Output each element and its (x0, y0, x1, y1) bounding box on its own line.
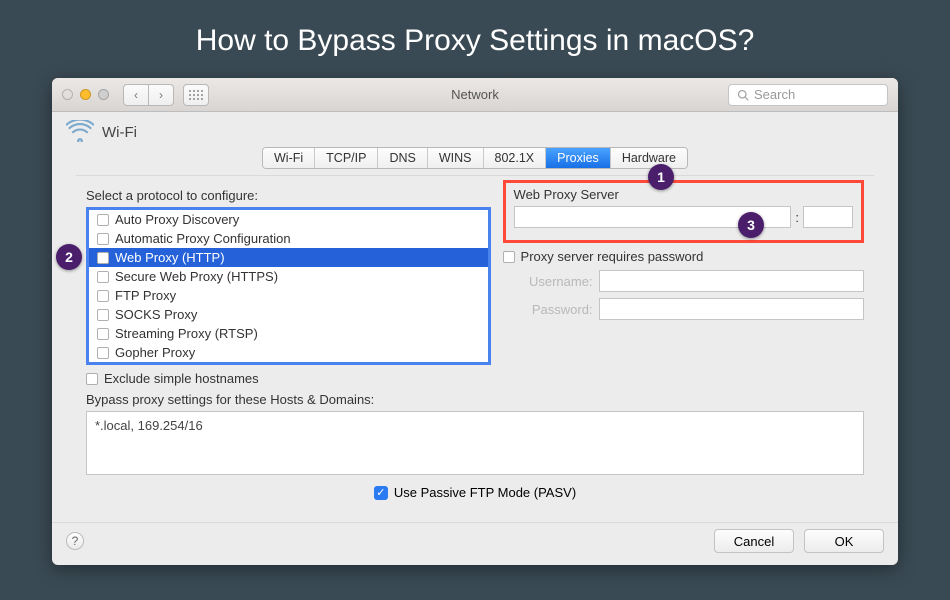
tab-dns[interactable]: DNS (378, 148, 427, 168)
username-input[interactable] (599, 270, 864, 292)
page-title: How to Bypass Proxy Settings in macOS? (0, 0, 950, 78)
server-settings-frame: Web Proxy Server : (503, 180, 864, 243)
exclude-simple-checkbox[interactable] (86, 373, 98, 385)
list-item-label: Gopher Proxy (115, 345, 195, 360)
back-button[interactable]: ‹ (123, 84, 149, 106)
protocol-ftp-proxy[interactable]: FTP Proxy (89, 286, 488, 305)
interface-header: Wi-Fi (66, 120, 884, 145)
list-item-label: SOCKS Proxy (115, 307, 197, 322)
checkbox-icon[interactable] (97, 309, 109, 321)
tab-hardware[interactable]: Hardware (611, 148, 687, 168)
checkbox-icon[interactable] (97, 290, 109, 302)
show-all-button[interactable] (183, 84, 209, 106)
pasv-checkbox[interactable]: ✓ (374, 486, 388, 500)
zoom-icon[interactable] (98, 89, 109, 100)
host-port-separator: : (795, 210, 799, 225)
protocol-web-proxy-http[interactable]: Web Proxy (HTTP) (89, 248, 488, 267)
protocol-streaming-proxy[interactable]: Streaming Proxy (RTSP) (89, 324, 488, 343)
protocol-gopher-proxy[interactable]: Gopher Proxy (89, 343, 488, 362)
list-item-label: Secure Web Proxy (HTTPS) (115, 269, 278, 284)
chevron-left-icon: ‹ (134, 88, 138, 102)
preferences-window: ‹ › Network Search 1 2 3 Wi-Fi Wi-Fi TCP (52, 78, 898, 565)
tab-tcpip[interactable]: TCP/IP (315, 148, 378, 168)
protocol-list: Auto Proxy Discovery Automatic Proxy Con… (86, 207, 491, 365)
bypass-textarea[interactable]: *.local, 169.254/16 (86, 411, 864, 475)
annotation-3: 3 (738, 212, 764, 238)
tab-wins[interactable]: WINS (428, 148, 484, 168)
annotation-1: 1 (648, 164, 674, 190)
checkbox-icon[interactable] (97, 214, 109, 226)
server-section-label: Web Proxy Server (514, 187, 853, 202)
checkbox-icon[interactable] (97, 233, 109, 245)
forward-button[interactable]: › (148, 84, 174, 106)
checkbox-icon[interactable] (97, 271, 109, 283)
window-content: 1 2 3 Wi-Fi Wi-Fi TCP/IP DNS WINS 802.1X… (52, 112, 898, 522)
annotation-2: 2 (56, 244, 82, 270)
chevron-right-icon: › (159, 88, 163, 102)
nav-back-forward: ‹ › (123, 84, 174, 106)
search-placeholder: Search (754, 87, 795, 102)
exclude-simple-label: Exclude simple hostnames (104, 371, 259, 386)
ok-button[interactable]: OK (804, 529, 884, 553)
titlebar: ‹ › Network Search (52, 78, 898, 112)
tab-bar: Wi-Fi TCP/IP DNS WINS 802.1X Proxies Har… (262, 147, 688, 169)
minimize-icon[interactable] (80, 89, 91, 100)
help-icon: ? (72, 534, 79, 548)
protocol-secure-web-proxy[interactable]: Secure Web Proxy (HTTPS) (89, 267, 488, 286)
password-input[interactable] (599, 298, 864, 320)
pasv-label: Use Passive FTP Mode (PASV) (394, 485, 576, 500)
checkbox-icon[interactable] (97, 252, 109, 264)
search-input[interactable]: Search (728, 84, 888, 106)
list-item-label: FTP Proxy (115, 288, 176, 303)
username-label: Username: (503, 274, 593, 289)
grid-icon (189, 90, 203, 100)
list-item-label: Streaming Proxy (RTSP) (115, 326, 258, 341)
requires-password-label: Proxy server requires password (521, 249, 704, 264)
check-icon: ✓ (376, 486, 385, 499)
traffic-lights (62, 89, 109, 100)
tab-proxies[interactable]: Proxies (546, 148, 611, 168)
dialog-footer: ? Cancel OK (52, 522, 898, 565)
requires-password-checkbox[interactable] (503, 251, 515, 263)
protocol-socks-proxy[interactable]: SOCKS Proxy (89, 305, 488, 324)
protocol-select-label: Select a protocol to configure: (86, 188, 491, 203)
checkbox-icon[interactable] (97, 347, 109, 359)
list-item-label: Automatic Proxy Configuration (115, 231, 291, 246)
password-label: Password: (503, 302, 593, 317)
wifi-icon (66, 120, 94, 145)
help-button[interactable]: ? (66, 532, 84, 550)
protocol-auto-discovery[interactable]: Auto Proxy Discovery (89, 210, 488, 229)
interface-name: Wi-Fi (102, 124, 137, 141)
list-item-label: Auto Proxy Discovery (115, 212, 239, 227)
cancel-button[interactable]: Cancel (714, 529, 794, 553)
apps-grid (184, 84, 209, 106)
tab-wifi[interactable]: Wi-Fi (263, 148, 315, 168)
bypass-label: Bypass proxy settings for these Hosts & … (86, 392, 864, 407)
tab-8021x[interactable]: 802.1X (484, 148, 547, 168)
proxy-port-input[interactable] (803, 206, 853, 228)
protocol-auto-config[interactable]: Automatic Proxy Configuration (89, 229, 488, 248)
list-item-label: Web Proxy (HTTP) (115, 250, 225, 265)
close-icon[interactable] (62, 89, 73, 100)
search-icon (737, 89, 749, 101)
checkbox-icon[interactable] (97, 328, 109, 340)
